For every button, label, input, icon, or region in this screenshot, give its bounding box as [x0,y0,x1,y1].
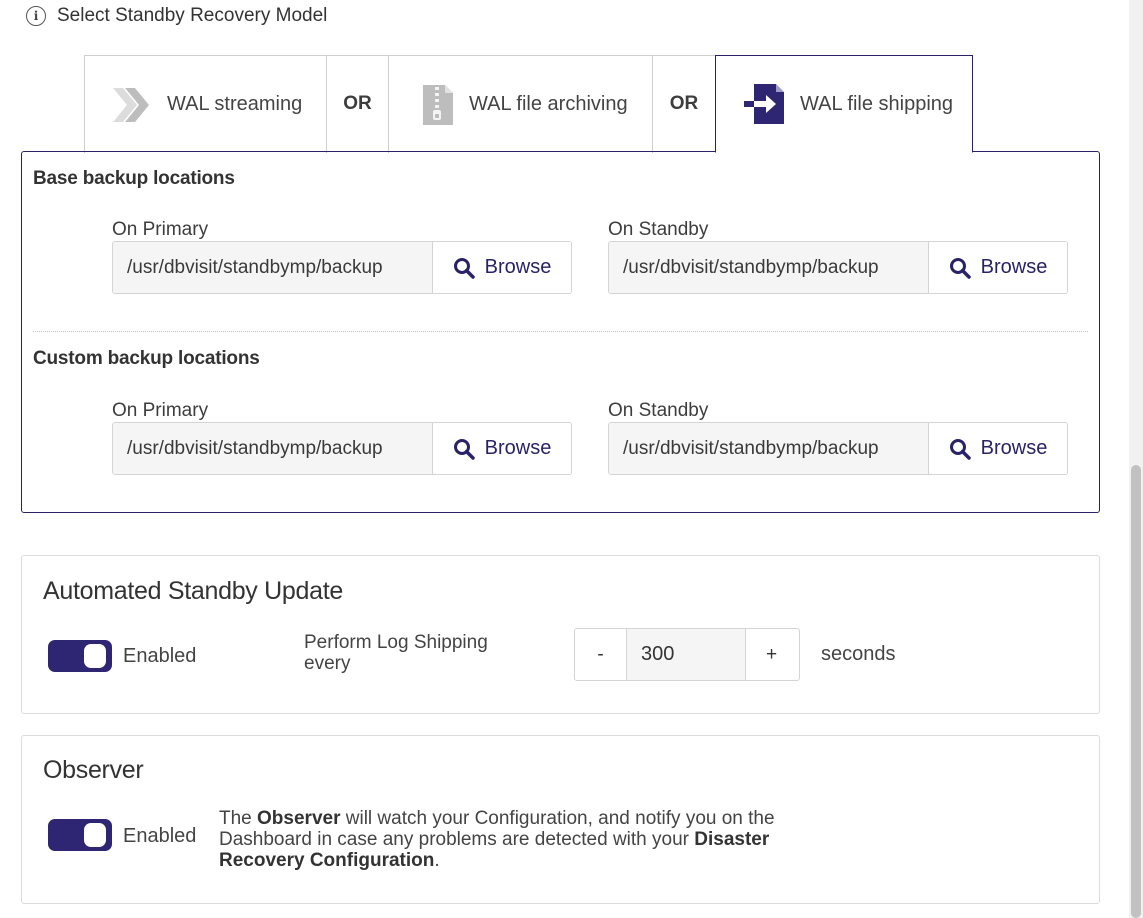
interval-input[interactable] [626,629,746,680]
info-icon[interactable]: i [26,6,46,26]
tab-label: WAL file archiving [469,93,628,115]
base-backup-title: Base backup locations [33,168,235,189]
tab-label: WAL file shipping [800,92,954,115]
base-standby-label: On Standby [608,219,709,240]
automated-update-toggle-label: Enabled [123,645,197,667]
browse-label: Browse [484,437,552,459]
or-separator: OR [327,55,388,152]
tab-wal-file-shipping[interactable]: WAL file shipping [715,55,973,153]
tab-wal-file-archiving[interactable]: WAL file archiving [388,55,653,153]
search-icon [949,438,971,460]
desc-text: . [434,850,440,871]
browse-label: Browse [980,256,1048,278]
double-chevron-right-icon [113,87,149,122]
custom-primary-browse-button[interactable]: Browse [433,423,571,474]
desc-bold-observer: Observer [257,808,341,829]
custom-standby-location: Browse [608,422,1068,475]
file-import-icon [744,84,784,124]
custom-standby-label: On Standby [608,400,709,421]
base-primary-location: Browse [112,241,572,294]
search-icon [453,438,475,460]
interval-stepper: - + [574,628,800,681]
base-standby-input[interactable] [609,242,929,293]
toggle-knob [84,644,106,668]
search-icon [453,257,475,279]
base-standby-browse-button[interactable]: Browse [929,242,1067,293]
base-primary-input[interactable] [113,242,433,293]
browse-label: Browse [980,437,1048,459]
browse-label: Browse [484,256,552,278]
tab-label: WAL streaming [167,93,303,115]
custom-backup-title: Custom backup locations [33,348,260,369]
recovery-model-header: i Select Standby Recovery Model [26,4,327,28]
search-icon [949,257,971,279]
observer-card: Observer Enabled The Observer will watch… [21,735,1100,904]
custom-primary-input[interactable] [113,423,433,474]
automated-update-card: Automated Standby Update Enabled Perform… [21,555,1100,714]
recovery-model-title: Select Standby Recovery Model [57,5,328,26]
observer-toggle-label: Enabled [123,825,197,847]
backup-locations-panel: Base backup locations On Primary Browse … [21,151,1100,513]
base-standby-location: Browse [608,241,1068,294]
tab-wal-streaming[interactable]: WAL streaming [84,55,327,153]
toggle-knob [84,823,106,847]
observer-title: Observer [43,756,144,784]
perform-log-shipping-label: Perform Log Shipping every [304,632,488,674]
custom-primary-label: On Primary [112,400,209,421]
automated-update-title: Automated Standby Update [43,577,343,605]
seconds-unit-label: seconds [821,643,896,665]
base-primary-browse-button[interactable]: Browse [433,242,571,293]
custom-standby-input[interactable] [609,423,929,474]
automated-update-toggle[interactable] [48,640,112,672]
custom-standby-browse-button[interactable]: Browse [929,423,1067,474]
desc-text: The [219,808,258,829]
observer-toggle[interactable] [48,819,112,851]
observer-description: The Observer will watch your Configurati… [219,808,849,871]
decrement-button[interactable]: - [575,629,626,680]
or-separator: OR [653,55,715,152]
section-divider [33,331,1088,332]
scrollbar-thumb[interactable] [1131,465,1141,918]
zip-file-icon [423,84,453,125]
custom-primary-location: Browse [112,422,572,475]
increment-button[interactable]: + [746,629,797,680]
base-primary-label: On Primary [112,219,209,240]
